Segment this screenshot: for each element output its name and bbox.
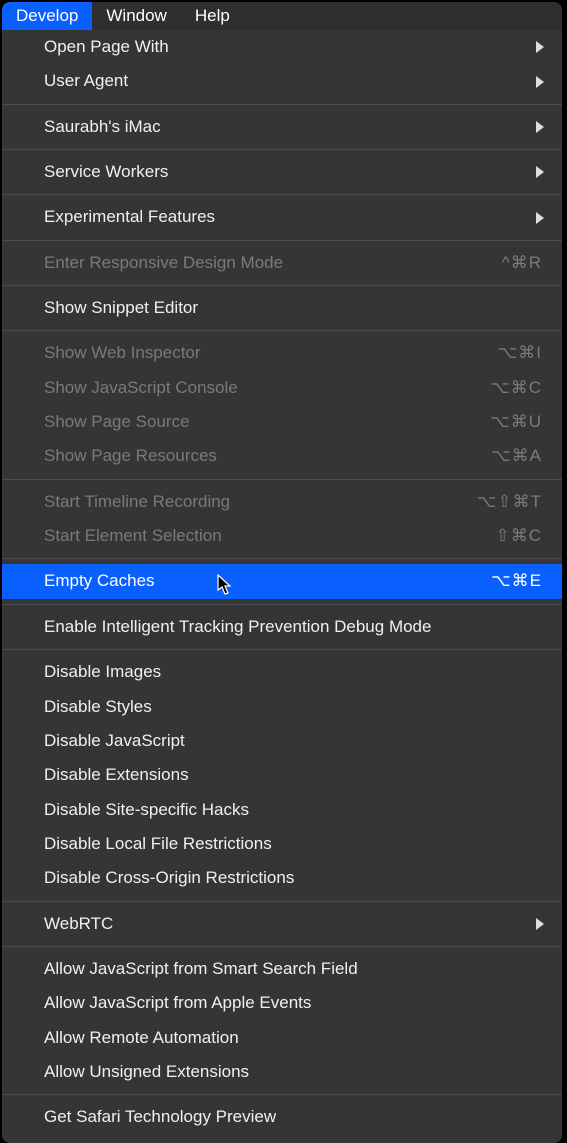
menu-item-label: Disable Site-specific Hacks bbox=[44, 797, 249, 823]
menu-item-disable-js[interactable]: Disable JavaScript bbox=[2, 724, 562, 758]
menu-item-shortcut: ⌥⌘U bbox=[490, 409, 542, 435]
cursor-icon bbox=[217, 574, 233, 596]
menu-separator bbox=[2, 1094, 562, 1095]
menu-item-label: Show Page Resources bbox=[44, 443, 217, 469]
menu-item-saurabhs-imac[interactable]: Saurabh's iMac bbox=[2, 110, 562, 144]
menu-separator bbox=[2, 604, 562, 605]
menu-item-allow-js-apple-events[interactable]: Allow JavaScript from Apple Events bbox=[2, 986, 562, 1020]
menu-item-experimental-features[interactable]: Experimental Features bbox=[2, 200, 562, 234]
menu-item-label: Allow Unsigned Extensions bbox=[44, 1059, 249, 1085]
menu-item-allow-unsigned-extensions[interactable]: Allow Unsigned Extensions bbox=[2, 1055, 562, 1089]
chevron-right-icon bbox=[536, 166, 544, 178]
menu-separator bbox=[2, 479, 562, 480]
menu-item-shortcut: ⌥⇧⌘T bbox=[477, 489, 542, 515]
menu-item-label: Start Timeline Recording bbox=[44, 489, 230, 515]
menu-item-shortcut: ⇧⌘C bbox=[495, 523, 542, 549]
menu-separator bbox=[2, 901, 562, 902]
menu-item-label: Get Safari Technology Preview bbox=[44, 1104, 276, 1130]
menu-item-label: Allow JavaScript from Apple Events bbox=[44, 990, 311, 1016]
menu-item-label: Service Workers bbox=[44, 159, 168, 185]
menu-item-element-selection: Start Element Selection ⇧⌘C bbox=[2, 519, 562, 553]
menu-item-label: Disable Local File Restrictions bbox=[44, 831, 272, 857]
menubar-item-develop[interactable]: Develop bbox=[2, 2, 92, 30]
menu-item-disable-images[interactable]: Disable Images bbox=[2, 655, 562, 689]
chevron-right-icon bbox=[536, 212, 544, 224]
menu-item-webrtc[interactable]: WebRTC bbox=[2, 907, 562, 941]
menu-item-disable-styles[interactable]: Disable Styles bbox=[2, 690, 562, 724]
menu-item-label: Open Page With bbox=[44, 34, 169, 60]
menu-item-label: Enable Intelligent Tracking Prevention D… bbox=[44, 614, 431, 640]
menu-item-label: Show JavaScript Console bbox=[44, 375, 238, 401]
menu-item-label: Empty Caches bbox=[44, 568, 155, 594]
menu-item-label: Experimental Features bbox=[44, 204, 215, 230]
chevron-right-icon bbox=[536, 121, 544, 133]
menu-item-label: Enter Responsive Design Mode bbox=[44, 250, 283, 276]
menubar-item-help[interactable]: Help bbox=[181, 2, 244, 30]
menu-item-user-agent[interactable]: User Agent bbox=[2, 64, 562, 98]
menu-item-label: Disable JavaScript bbox=[44, 728, 185, 754]
menu-item-get-safari-tp[interactable]: Get Safari Technology Preview bbox=[2, 1100, 562, 1134]
menu-separator bbox=[2, 149, 562, 150]
menu-separator bbox=[2, 104, 562, 105]
menu-item-disable-site-hacks[interactable]: Disable Site-specific Hacks bbox=[2, 793, 562, 827]
menu-separator bbox=[2, 649, 562, 650]
menu-separator bbox=[2, 330, 562, 331]
menu-item-shortcut: ^⌘R bbox=[502, 250, 542, 276]
menu-item-timeline-recording: Start Timeline Recording ⌥⇧⌘T bbox=[2, 485, 562, 519]
menu-item-label: WebRTC bbox=[44, 911, 113, 937]
menu-item-empty-caches[interactable]: Empty Caches ⌥⌘E bbox=[2, 564, 562, 598]
menu-separator bbox=[2, 558, 562, 559]
chevron-right-icon bbox=[536, 76, 544, 88]
menu-item-snippet-editor[interactable]: Show Snippet Editor bbox=[2, 291, 562, 325]
menu-item-js-console: Show JavaScript Console ⌥⌘C bbox=[2, 371, 562, 405]
menu-separator bbox=[2, 194, 562, 195]
menu-item-disable-extensions[interactable]: Disable Extensions bbox=[2, 758, 562, 792]
menu-item-label: Start Element Selection bbox=[44, 523, 222, 549]
menubar-item-window[interactable]: Window bbox=[92, 2, 180, 30]
menu-item-shortcut: ⌥⌘C bbox=[490, 375, 542, 401]
menu-separator bbox=[2, 285, 562, 286]
menu-item-label: Saurabh's iMac bbox=[44, 114, 161, 140]
chevron-right-icon bbox=[536, 918, 544, 930]
menu-item-label: Show Web Inspector bbox=[44, 340, 201, 366]
menu-item-label: User Agent bbox=[44, 68, 128, 94]
menu-separator bbox=[2, 240, 562, 241]
menu-item-label: Disable Cross-Origin Restrictions bbox=[44, 865, 294, 891]
menu-item-shortcut: ⌥⌘A bbox=[491, 443, 542, 469]
menu-item-label: Disable Styles bbox=[44, 694, 152, 720]
menu-item-allow-remote-automation[interactable]: Allow Remote Automation bbox=[2, 1021, 562, 1055]
menu-item-page-resources: Show Page Resources ⌥⌘A bbox=[2, 439, 562, 473]
menubar: Develop Window Help bbox=[2, 2, 562, 30]
menu-item-shortcut: ⌥⌘E bbox=[491, 568, 542, 594]
menu-panel: Develop Window Help Open Page With User … bbox=[2, 2, 562, 1143]
menu-item-label: Allow Remote Automation bbox=[44, 1025, 239, 1051]
menu-item-allow-js-smart-search[interactable]: Allow JavaScript from Smart Search Field bbox=[2, 952, 562, 986]
menu-item-label: Show Page Source bbox=[44, 409, 190, 435]
menu-item-label: Disable Extensions bbox=[44, 762, 189, 788]
menu-item-label: Allow JavaScript from Smart Search Field bbox=[44, 956, 358, 982]
menu-separator bbox=[2, 946, 562, 947]
menu-item-label: Show Snippet Editor bbox=[44, 295, 198, 321]
menu-item-open-page-with[interactable]: Open Page With bbox=[2, 30, 562, 64]
menu-item-label: Disable Images bbox=[44, 659, 161, 685]
menu-item-web-inspector: Show Web Inspector ⌥⌘I bbox=[2, 336, 562, 370]
develop-menu: Open Page With User Agent Saurabh's iMac… bbox=[2, 30, 562, 1143]
chevron-right-icon bbox=[536, 41, 544, 53]
menu-item-disable-local-file[interactable]: Disable Local File Restrictions bbox=[2, 827, 562, 861]
menu-item-disable-cors[interactable]: Disable Cross-Origin Restrictions bbox=[2, 861, 562, 895]
menu-item-itp-debug[interactable]: Enable Intelligent Tracking Prevention D… bbox=[2, 610, 562, 644]
menu-item-service-workers[interactable]: Service Workers bbox=[2, 155, 562, 189]
menu-item-shortcut: ⌥⌘I bbox=[498, 340, 542, 366]
menu-item-responsive-design: Enter Responsive Design Mode ^⌘R bbox=[2, 246, 562, 280]
menu-item-page-source: Show Page Source ⌥⌘U bbox=[2, 405, 562, 439]
